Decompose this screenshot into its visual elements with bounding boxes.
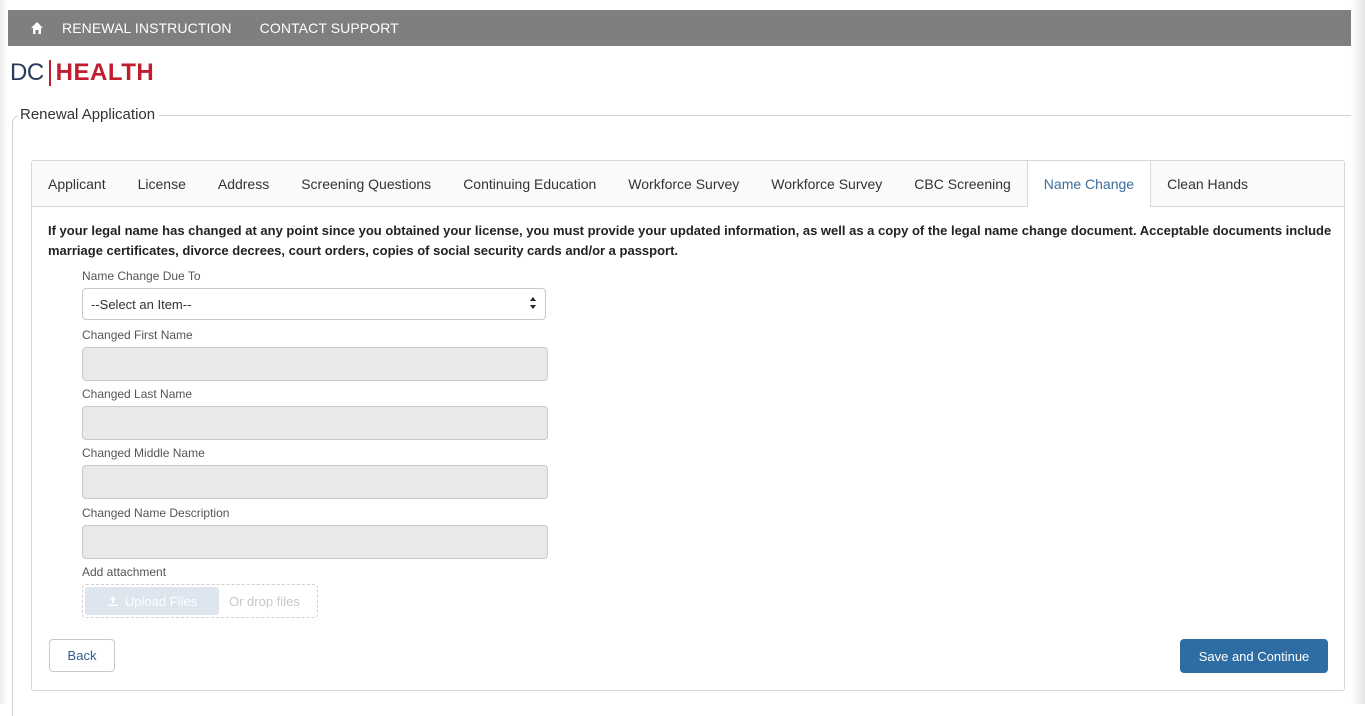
name-change-instructions: If your legal name has changed at any po… <box>48 223 1332 258</box>
page-shadow-left <box>0 0 8 704</box>
description-label: Changed Name Description <box>82 506 230 520</box>
tab-screening-questions[interactable]: Screening Questions <box>285 161 447 206</box>
contact-support-link[interactable]: CONTACT SUPPORT <box>260 20 399 36</box>
tab-name-change[interactable]: Name Change <box>1026 161 1152 207</box>
name-change-due-to-label: Name Change Due To <box>82 269 201 283</box>
tab-cbc-screening[interactable]: CBC Screening <box>898 161 1027 206</box>
logo-divider <box>48 60 51 86</box>
top-navigation-bar: RENEWAL INSTRUCTION CONTACT SUPPORT <box>8 10 1351 46</box>
file-drop-zone[interactable]: Upload Files Or drop files <box>82 584 318 618</box>
name-change-due-to-select[interactable]: --Select an Item-- <box>82 288 546 320</box>
tab-clean-hands[interactable]: Clean Hands <box>1151 161 1264 206</box>
logo-health-text: HEALTH <box>55 59 155 86</box>
attachment-label: Add attachment <box>82 565 167 579</box>
renewal-instruction-link[interactable]: RENEWAL INSTRUCTION <box>62 20 232 36</box>
page-shadow-right <box>1351 0 1365 704</box>
tab-workforce-survey-1[interactable]: Workforce Survey <box>612 161 755 206</box>
back-button[interactable]: Back <box>49 639 115 672</box>
tab-applicant[interactable]: Applicant <box>32 161 122 206</box>
last-name-field[interactable] <box>82 406 548 440</box>
renewal-form-card: Applicant License Address Screening Ques… <box>31 160 1345 691</box>
tab-bar: Applicant License Address Screening Ques… <box>32 161 1344 207</box>
updown-arrows-icon <box>529 296 537 313</box>
tab-continuing-education[interactable]: Continuing Education <box>447 161 612 206</box>
first-name-label: Changed First Name <box>82 328 193 342</box>
drop-files-label: Or drop files <box>229 593 300 609</box>
first-name-field[interactable] <box>82 347 548 381</box>
middle-name-label: Changed Middle Name <box>82 446 205 460</box>
tab-address[interactable]: Address <box>202 161 285 206</box>
upload-files-label: Upload Files <box>124 593 198 609</box>
logo-dc-text: DC <box>10 59 44 86</box>
upload-icon <box>107 596 118 606</box>
tab-workforce-survey-2[interactable]: Workforce Survey <box>755 161 898 206</box>
section-title: Renewal Application <box>18 106 160 123</box>
home-icon[interactable] <box>26 17 48 39</box>
tab-license[interactable]: License <box>122 161 202 206</box>
select-value: --Select an Item-- <box>91 296 192 312</box>
dc-health-logo: DC HEALTH <box>10 58 154 88</box>
upload-files-button[interactable]: Upload Files <box>85 587 219 615</box>
save-and-continue-button[interactable]: Save and Continue <box>1180 639 1328 673</box>
last-name-label: Changed Last Name <box>82 387 193 401</box>
description-field[interactable] <box>82 525 548 559</box>
middle-name-field[interactable] <box>82 465 548 499</box>
